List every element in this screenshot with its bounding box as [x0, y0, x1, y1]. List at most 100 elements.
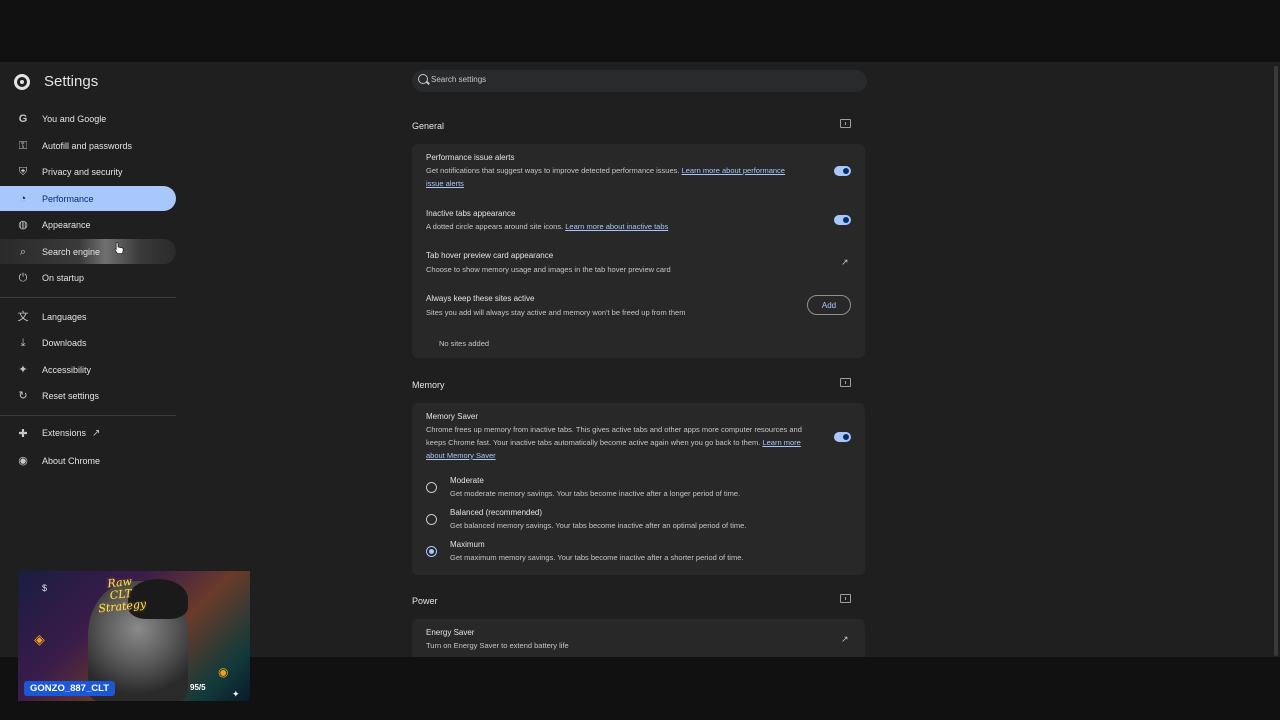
- chrome-logo-icon: [14, 74, 30, 90]
- sidebar-item-label: Extensions ↗: [42, 428, 100, 439]
- sidebar-item-on-startup[interactable]: ⏻ On startup: [0, 265, 176, 290]
- extension-icon: ✚: [18, 427, 28, 440]
- moderate-desc: Get moderate memory savings. Your tabs b…: [450, 489, 741, 498]
- section-title-general: General: [412, 121, 445, 131]
- search-icon: ⌕: [19, 245, 27, 258]
- sidebar-item-label: Search engine: [42, 246, 101, 257]
- webcam-overlay: Raw CLT Strategy ◈ ◉ $ ✦ GONZO_887_CLT 9…: [18, 571, 250, 701]
- search-input[interactable]: [431, 75, 851, 84]
- scrollbar-thumb[interactable]: [1274, 66, 1278, 656]
- hover-card-desc: Choose to show memory usage and images i…: [426, 265, 671, 274]
- feedback-icon[interactable]: [840, 594, 851, 603]
- coin-icon: ◉: [218, 665, 229, 679]
- diamond-icon: ◈: [34, 631, 45, 647]
- memory-saver-desc: Chrome frees up memory from inactive tab…: [426, 423, 816, 462]
- energy-saver-title: Energy Saver: [426, 628, 475, 637]
- section-title-memory: Memory: [412, 380, 445, 390]
- maximum-desc: Get maximum memory savings. Your tabs be…: [450, 553, 744, 562]
- sidebar-item-privacy[interactable]: ⛨ Privacy and security: [0, 159, 176, 184]
- memory-saver-toggle[interactable]: [834, 432, 851, 442]
- general-card: Performance issue alerts Get notificatio…: [412, 144, 865, 358]
- add-site-button[interactable]: Add: [807, 295, 851, 315]
- webcam-counter: 95/5: [190, 683, 206, 692]
- sparkle-icon: ✦: [232, 689, 240, 699]
- sidebar-item-performance[interactable]: ◔ Performance: [0, 186, 176, 211]
- sidebar-divider: [0, 415, 176, 416]
- sidebar-item-label: Autofill and passwords: [42, 140, 133, 151]
- sidebar-item-search-engine[interactable]: ⌕ Search engine: [0, 239, 176, 264]
- sidebar-item-reset[interactable]: ↻ Reset settings: [0, 383, 176, 408]
- sidebar-item-label: On startup: [42, 272, 85, 283]
- inactive-tabs-toggle[interactable]: [834, 215, 851, 225]
- radio-moderate[interactable]: [426, 482, 437, 493]
- search-bar[interactable]: [412, 70, 867, 92]
- accessibility-icon: ✦: [18, 363, 28, 376]
- sidebar-item-label: Privacy and security: [42, 166, 123, 177]
- memory-card: Memory Saver Chrome frees up memory from…: [412, 403, 865, 575]
- inactive-tabs-desc-text: A dotted circle appears around site icon…: [426, 222, 564, 231]
- keep-active-title: Always keep these sites active: [426, 294, 535, 303]
- google-icon: G: [18, 112, 28, 125]
- feedback-icon[interactable]: [840, 119, 851, 128]
- hand-cursor-icon: [114, 242, 124, 254]
- webcam-overlay-text: Raw CLT Strategy: [97, 574, 147, 616]
- top-black-bar: [0, 0, 1280, 62]
- inactive-tabs-learn-more-link[interactable]: Learn more about inactive tabs: [565, 222, 668, 231]
- sidebar-divider: [0, 297, 176, 298]
- page-title: Settings: [44, 73, 99, 90]
- open-in-new-icon[interactable]: ↗: [841, 635, 850, 644]
- memory-saver-desc-text: Chrome frees up memory from inactive tab…: [426, 425, 802, 447]
- feedback-icon[interactable]: [840, 378, 851, 387]
- reset-icon: ↻: [18, 389, 28, 402]
- memory-saver-title: Memory Saver: [426, 412, 479, 421]
- sidebar-item-label: Downloads: [42, 337, 87, 348]
- gauge-icon: ◔: [19, 192, 27, 205]
- no-sites-label: No sites added: [439, 339, 490, 348]
- chrome-icon: ◉: [18, 454, 28, 467]
- radio-balanced[interactable]: [426, 514, 437, 525]
- extensions-label: Extensions: [42, 428, 87, 438]
- sidebar-item-label: Reset settings: [42, 390, 100, 401]
- sidebar-item-accessibility[interactable]: ✦ Accessibility: [0, 357, 176, 382]
- palette-icon: ◍: [18, 218, 28, 231]
- energy-saver-desc: Turn on Energy Saver to extend battery l…: [426, 641, 569, 650]
- sidebar-item-label: Languages: [42, 311, 87, 322]
- balanced-desc: Get balanced memory savings. Your tabs b…: [450, 521, 747, 530]
- sidebar-item-label: Accessibility: [42, 364, 92, 375]
- streamer-name-badge: GONZO_887_CLT: [24, 681, 116, 696]
- dollar-icon: $: [42, 583, 48, 593]
- inactive-tabs-desc: A dotted circle appears around site icon…: [426, 220, 806, 233]
- translate-icon: 文: [17, 310, 29, 323]
- shield-icon: ⛨: [18, 165, 28, 178]
- sidebar-item-label: Appearance: [42, 219, 91, 230]
- download-icon: ⤓: [20, 336, 26, 349]
- balanced-title: Balanced (recommended): [450, 508, 543, 517]
- perf-alerts-toggle[interactable]: [834, 166, 851, 176]
- key-icon: ⚿: [18, 139, 28, 152]
- keep-active-desc: Sites you add will always stay active an…: [426, 308, 686, 317]
- open-in-new-icon: ↗: [92, 428, 101, 439]
- perf-alerts-desc: Get notifications that suggest ways to i…: [426, 164, 796, 190]
- search-icon: [418, 74, 428, 84]
- sidebar-item-extensions[interactable]: ✚ Extensions ↗: [0, 421, 176, 446]
- moderate-title: Moderate: [450, 476, 484, 485]
- sidebar-item-label: Performance: [42, 193, 94, 204]
- sidebar-item-label: About Chrome: [42, 455, 101, 466]
- power-card: Energy Saver Turn on Energy Saver to ext…: [412, 619, 865, 657]
- power-icon: ⏻: [18, 271, 28, 284]
- radio-maximum[interactable]: [426, 546, 437, 557]
- sidebar-item-autofill[interactable]: ⚿ Autofill and passwords: [0, 133, 176, 158]
- inactive-tabs-title: Inactive tabs appearance: [426, 209, 516, 218]
- section-title-power: Power: [412, 596, 438, 606]
- settings-window: Settings G You and Google ⚿ Autofill and…: [0, 62, 1280, 657]
- perf-alerts-desc-text: Get notifications that suggest ways to i…: [426, 166, 680, 175]
- hover-card-title: Tab hover preview card appearance: [426, 251, 554, 260]
- sidebar-item-downloads[interactable]: ⤓ Downloads: [0, 330, 176, 355]
- sidebar-item-you-and-google[interactable]: G You and Google: [0, 106, 176, 131]
- sidebar-item-appearance[interactable]: ◍ Appearance: [0, 212, 176, 237]
- sidebar-item-languages[interactable]: 文 Languages: [0, 304, 176, 329]
- sidebar-item-label: You and Google: [42, 113, 107, 124]
- perf-alerts-title: Performance issue alerts: [426, 153, 515, 162]
- open-in-new-icon[interactable]: ↗: [841, 258, 850, 267]
- sidebar-item-about-chrome[interactable]: ◉ About Chrome: [0, 448, 176, 473]
